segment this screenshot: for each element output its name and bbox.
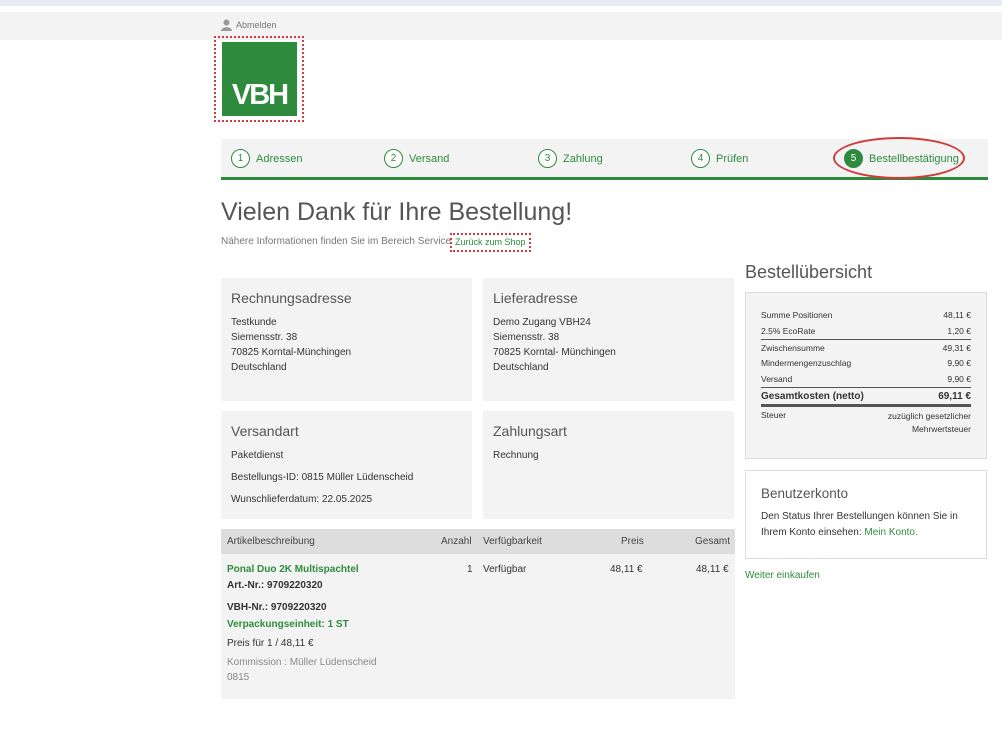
summary-value: 9,90 € bbox=[947, 358, 971, 368]
top-bar bbox=[0, 12, 1002, 40]
delivery-address-card: Lieferadresse Demo Zugang VBH24 Siemenss… bbox=[483, 278, 734, 401]
header-qty: Anzahl bbox=[441, 536, 472, 547]
account-text: Den Status Ihrer Bestellungen können Sie… bbox=[761, 509, 971, 541]
billing-line: Siemensstr. 38 bbox=[231, 332, 298, 343]
summary-tax-value: zuzüglich gesetzlicher Mehrwertsteuer bbox=[888, 410, 971, 436]
shipping-method-card: Versandart Paketdienst Bestellungs-ID: 0… bbox=[221, 411, 472, 519]
summary-value: 48,11 € bbox=[943, 310, 971, 320]
summary-total-row: Gesamtkosten (netto) 69,11 € bbox=[761, 387, 971, 407]
table-header: Artikelbeschreibung Anzahl Verfügbarkeit… bbox=[221, 529, 735, 554]
step-label: Versand bbox=[409, 152, 450, 165]
billing-line: Deutschland bbox=[231, 362, 287, 373]
summary-label: 2.5% EcoRate bbox=[761, 326, 816, 336]
summary-label: Zwischensumme bbox=[761, 342, 825, 353]
summary-tax-row: Steuer zuzüglich gesetzlicher Mehrwertst… bbox=[761, 407, 971, 437]
logo-text: VBH bbox=[231, 79, 289, 111]
header-price: Preis bbox=[621, 536, 644, 547]
delivery-line: Siemensstr. 38 bbox=[493, 332, 560, 343]
step-number: 2 bbox=[384, 149, 403, 168]
step-highlight-oval bbox=[833, 137, 965, 179]
item-price-for: Preis für 1 / 48,11 € bbox=[227, 638, 314, 649]
item-total: 48,11 € bbox=[696, 564, 729, 575]
billing-address-card: Rechnungsadresse Testkunde Siemensstr. 3… bbox=[221, 278, 472, 401]
step-versand[interactable]: 2 Versand bbox=[384, 149, 449, 168]
summary-row: Summe Positionen 48,11 € bbox=[761, 307, 971, 323]
step-pruefen[interactable]: 4 Prüfen bbox=[691, 149, 748, 168]
billing-line: Testkunde bbox=[231, 317, 277, 328]
logout-link[interactable]: Abmelden bbox=[221, 19, 277, 31]
payment-title: Zahlungsart bbox=[493, 423, 567, 439]
account-title: Benutzerkonto bbox=[761, 486, 849, 501]
delivery-line: Deutschland bbox=[493, 362, 549, 373]
shipping-title: Versandart bbox=[231, 423, 299, 439]
summary-total-value: 69,11 € bbox=[938, 390, 971, 402]
page-title: Vielen Dank für Ihre Bestellung! bbox=[221, 198, 573, 226]
step-adressen[interactable]: 1 Adressen bbox=[231, 149, 302, 168]
desired-date: Wunschlieferdatum: 22.05.2025 bbox=[231, 494, 373, 505]
item-price: 48,11 € bbox=[610, 564, 643, 575]
summary-row: Zwischensumme 49,31 € bbox=[761, 339, 971, 355]
step-number: 4 bbox=[691, 149, 710, 168]
item-commission-code: 0815 bbox=[227, 672, 250, 683]
summary-value: 1,20 € bbox=[947, 326, 971, 336]
summary-row: 2.5% EcoRate 1,20 € bbox=[761, 323, 971, 339]
summary-title: Bestellübersicht bbox=[745, 262, 873, 282]
item-pack-unit: Verpackungseinheit: 1 ST bbox=[227, 619, 349, 630]
item-name-link[interactable]: Ponal Duo 2K Multispachtel bbox=[227, 564, 359, 575]
account-description: Den Status Ihrer Bestellungen können Sie… bbox=[761, 511, 958, 538]
header-total: Gesamt bbox=[695, 536, 731, 547]
delivery-line: 70825 Korntal- Münchingen bbox=[493, 347, 616, 358]
summary-row: Mindermengenzuschlag 9,90 € bbox=[761, 355, 971, 371]
info-text: Nähere Informationen finden Sie im Berei… bbox=[221, 236, 451, 247]
header-desc: Artikelbeschreibung bbox=[227, 536, 315, 547]
billing-title: Rechnungsadresse bbox=[231, 290, 352, 306]
step-number: 1 bbox=[231, 149, 250, 168]
header-availability: Verfügbarkeit bbox=[483, 536, 542, 547]
summary-tax-value-line2: Mehrwertsteuer bbox=[911, 424, 971, 434]
step-label: Prüfen bbox=[716, 152, 749, 165]
user-icon bbox=[221, 19, 232, 31]
back-to-shop-link[interactable]: Zurück zum Shop bbox=[450, 233, 531, 252]
item-commission: Kommission : Müller Lüdenscheid bbox=[227, 657, 377, 668]
billing-line: 70825 Korntal-Münchingen bbox=[231, 347, 352, 358]
info-label: Nähere Informationen finden Sie im Berei… bbox=[221, 236, 452, 247]
item-availability: Verfügbar bbox=[483, 564, 527, 575]
summary-tax-value-line1: zuzüglich gesetzlicher bbox=[887, 411, 971, 421]
vbh-logo[interactable]: VBH bbox=[222, 42, 297, 116]
shipping-method: Paketdienst bbox=[231, 450, 284, 461]
summary-value: 49,31 € bbox=[942, 342, 971, 353]
continue-shopping-link[interactable]: Weiter einkaufen bbox=[745, 570, 820, 581]
summary-row: Versand 9,90 € bbox=[761, 371, 971, 387]
step-label: Adressen bbox=[256, 152, 303, 165]
delivery-title: Lieferadresse bbox=[493, 290, 578, 306]
summary-value: 9,90 € bbox=[947, 374, 971, 384]
order-summary-box: Summe Positionen 48,11 € 2.5% EcoRate 1,… bbox=[745, 292, 987, 459]
order-id: Bestellungs-ID: 0815 Müller Lüdenscheid bbox=[231, 472, 414, 483]
summary-label: Versand bbox=[761, 374, 793, 384]
payment-method-card: Zahlungsart Rechnung bbox=[483, 411, 734, 519]
summary-tax-label: Steuer bbox=[761, 410, 787, 420]
item-qty: 1 bbox=[467, 564, 473, 575]
summary-total-label: Gesamtkosten (netto) bbox=[761, 390, 864, 402]
step-number: 3 bbox=[538, 149, 557, 168]
account-box: Benutzerkonto Den Status Ihrer Bestellun… bbox=[745, 470, 987, 559]
step-zahlung[interactable]: 3 Zahlung bbox=[538, 149, 603, 168]
delivery-line: Demo Zugang VBH24 bbox=[493, 317, 591, 328]
step-label: Zahlung bbox=[563, 152, 603, 165]
logout-label: Abmelden bbox=[236, 20, 277, 30]
my-account-link[interactable]: Mein Konto. bbox=[864, 527, 917, 538]
item-art-nr: Art.-Nr.: 9709220320 bbox=[227, 580, 323, 591]
logo-highlight: VBH bbox=[214, 36, 304, 122]
payment-method: Rechnung bbox=[493, 450, 539, 461]
browser-top-strip bbox=[0, 0, 1002, 6]
summary-label: Summe Positionen bbox=[761, 310, 833, 320]
summary-label: Mindermengenzuschlag bbox=[761, 358, 852, 368]
item-vbh-nr: VBH-Nr.: 9709220320 bbox=[227, 602, 327, 613]
order-items-table: Artikelbeschreibung Anzahl Verfügbarkeit… bbox=[221, 529, 735, 699]
